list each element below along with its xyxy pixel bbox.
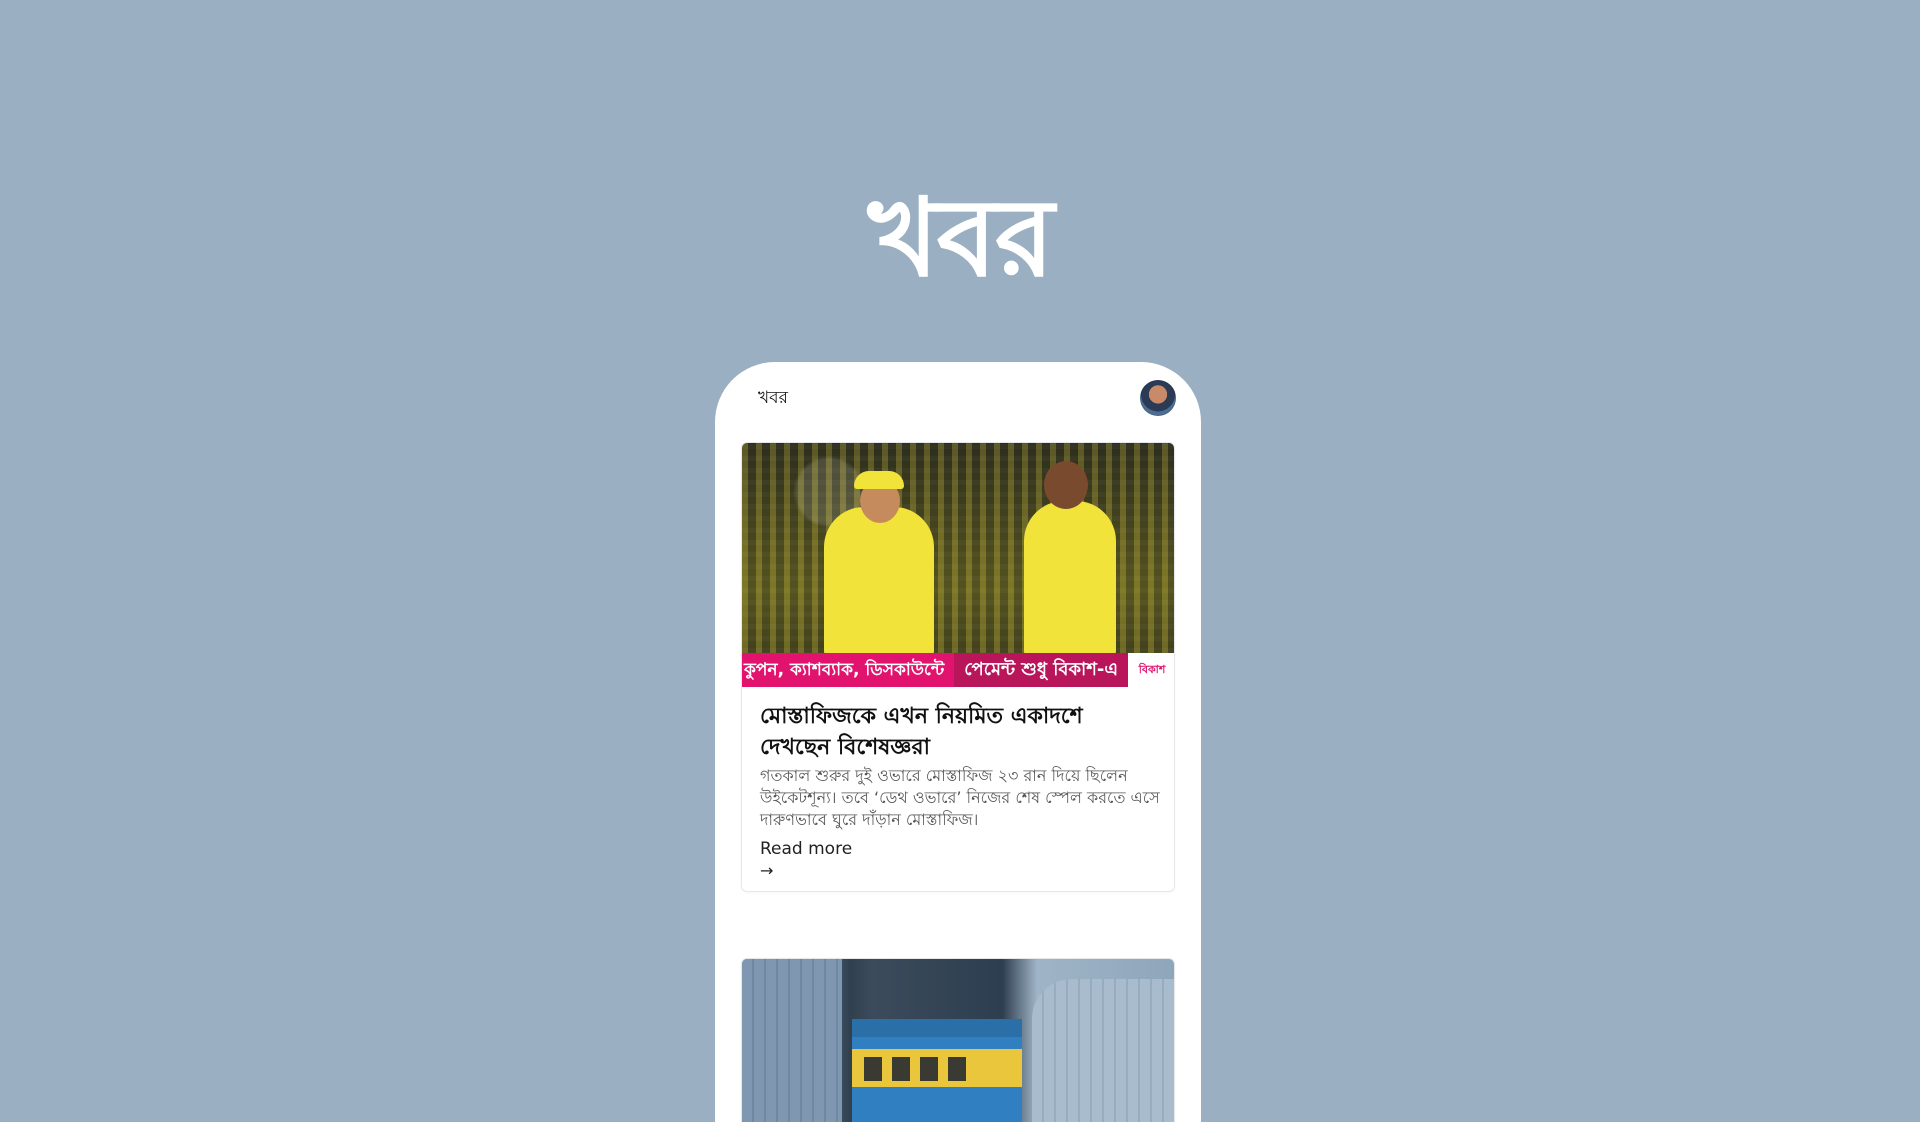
article-card[interactable] xyxy=(741,958,1175,1122)
phone-frame: খবর কুপন, ক্যাশব্যাক, ডিসকাউন্টে পেমেন্ট… xyxy=(715,362,1201,1122)
arrow-right-icon: → xyxy=(760,861,774,880)
ad-strip-left-text: কুপন, ক্যাশব্যাক, ডিসকাউন্টে xyxy=(742,653,955,687)
image-locomotive-window xyxy=(892,1057,910,1081)
article-body: মোস্তাফিজকে এখন নিয়মিত একাদশে দেখছেন বি… xyxy=(760,701,1160,881)
article-excerpt: গতকাল শুরুর দুই ওভারে মোস্তাফিজ ২৩ রান দ… xyxy=(760,766,1160,829)
image-wagon-left xyxy=(742,959,842,1122)
image-locomotive-window xyxy=(948,1057,966,1081)
article-card[interactable]: কুপন, ক্যাশব্যাক, ডিসকাউন্টে পেমেন্ট শুধ… xyxy=(741,442,1175,892)
image-player-left xyxy=(824,507,934,657)
image-player-left-cap xyxy=(854,471,904,489)
read-more-link[interactable]: Read more → xyxy=(760,837,1160,881)
image-locomotive-window xyxy=(864,1057,882,1081)
user-avatar[interactable] xyxy=(1140,380,1176,416)
ad-strip-mid-text: পেমেন্ট শুধু বিকাশ-এ xyxy=(954,653,1129,687)
article-image[interactable] xyxy=(742,959,1174,1122)
app-header: খবর xyxy=(715,362,1201,438)
image-player-right xyxy=(1024,501,1116,657)
image-locomotive-window xyxy=(920,1057,938,1081)
image-wagon-right xyxy=(1032,979,1174,1122)
image-ad-strip: কুপন, ক্যাশব্যাক, ডিসকাউন্টে পেমেন্ট শুধ… xyxy=(742,653,1174,687)
read-more-label: Read more xyxy=(760,839,853,859)
app-title[interactable]: খবর xyxy=(758,386,788,410)
article-headline[interactable]: মোস্তাফিজকে এখন নিয়মিত একাদশে দেখছেন বি… xyxy=(760,701,1160,763)
image-player-right-head xyxy=(1044,461,1088,509)
brand-logo-title: খবর xyxy=(867,175,1054,301)
article-image[interactable]: কুপন, ক্যাশব্যাক, ডিসকাউন্টে পেমেন্ট শুধ… xyxy=(742,443,1174,687)
bkash-logo: বিকাশ xyxy=(1128,653,1174,687)
